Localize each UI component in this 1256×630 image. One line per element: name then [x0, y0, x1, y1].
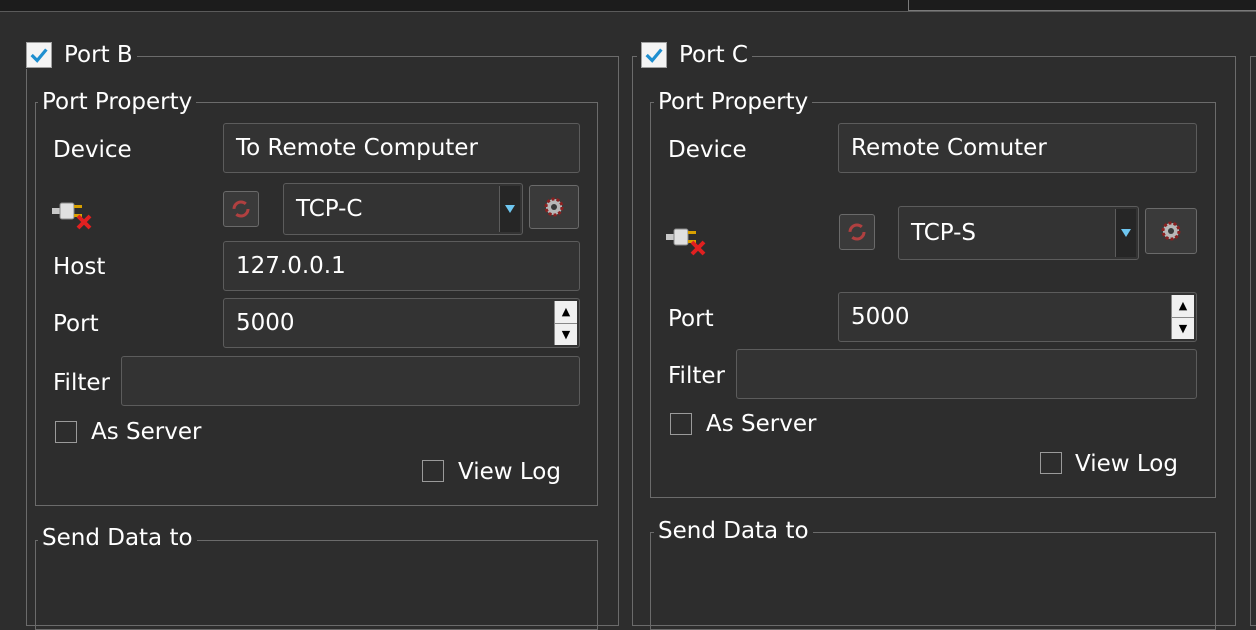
gear-icon	[1161, 221, 1181, 241]
port-c-view-log-checkbox[interactable]	[1040, 452, 1062, 474]
port-b-port-stepper[interactable]: ▲ ▼	[554, 301, 577, 345]
stepper-down-icon[interactable]: ▼	[1172, 318, 1194, 340]
port-c-device-label: Device	[668, 137, 747, 163]
stepper-up-icon[interactable]: ▲	[555, 301, 577, 324]
port-b-host-field[interactable]: 127.0.0.1	[223, 241, 580, 291]
triangle-down-icon	[1115, 209, 1136, 257]
port-c-filter-label: Filter	[668, 363, 725, 389]
port-c-filter-field[interactable]	[736, 349, 1197, 399]
port-c-legend: Port C	[637, 41, 752, 69]
top-bar	[0, 0, 1256, 12]
port-c-as-server-label[interactable]: As Server	[706, 409, 816, 439]
port-b-filter-field[interactable]	[121, 356, 580, 406]
port-c-port-value: 5000	[851, 304, 910, 330]
refresh-icon	[232, 200, 250, 218]
port-b-as-server-checkbox[interactable]	[55, 421, 77, 443]
disconnected-plug-icon	[52, 202, 92, 230]
port-b-host-label: Host	[53, 254, 106, 280]
port-c-send-data-legend: Send Data to	[654, 517, 813, 545]
top-bar-segment	[908, 0, 1256, 11]
port-c-port-label: Port	[668, 306, 714, 332]
port-b-title: Port B	[64, 42, 133, 68]
port-b-connection-type-value: TCP-C	[296, 196, 363, 222]
port-b-port-spinbox[interactable]: 5000 ▲ ▼	[223, 298, 580, 348]
port-b-send-data-legend: Send Data to	[38, 524, 197, 552]
port-b-as-server-label[interactable]: As Server	[91, 417, 201, 447]
port-b-port-value: 5000	[236, 310, 295, 336]
port-c-title: Port C	[679, 42, 748, 68]
port-b-device-label: Device	[53, 137, 132, 163]
port-b-port-label: Port	[53, 311, 99, 337]
port-b-device-field[interactable]: To Remote Computer	[223, 123, 580, 173]
port-b-filter-label: Filter	[53, 370, 110, 396]
port-c-send-data-group	[650, 532, 1216, 630]
port-d-group-partial	[1250, 56, 1256, 626]
port-b-refresh-button[interactable]	[223, 191, 259, 227]
port-c-port-spinbox[interactable]: 5000 ▲ ▼	[838, 292, 1197, 342]
port-b-enable-checkbox[interactable]	[26, 42, 52, 68]
refresh-icon	[848, 223, 866, 241]
port-b-view-log-checkbox[interactable]	[422, 460, 444, 482]
gear-icon	[544, 197, 564, 217]
triangle-down-icon	[499, 186, 520, 232]
port-b-view-log-label[interactable]: View Log	[458, 457, 561, 487]
port-b-connection-type-select[interactable]: TCP-C	[283, 183, 523, 235]
port-c-as-server-checkbox[interactable]	[670, 413, 692, 435]
port-c-connection-type-value: TCP-S	[911, 220, 977, 246]
disconnected-plug-icon	[666, 228, 706, 256]
port-c-view-log-label[interactable]: View Log	[1075, 449, 1178, 479]
port-c-enable-checkbox[interactable]	[641, 42, 667, 68]
port-c-refresh-button[interactable]	[839, 214, 875, 250]
port-c-port-stepper[interactable]: ▲ ▼	[1171, 295, 1194, 339]
check-icon	[645, 48, 663, 63]
stepper-up-icon[interactable]: ▲	[1172, 295, 1194, 318]
port-c-connection-type-select[interactable]: TCP-S	[898, 206, 1139, 260]
port-c-property-legend: Port Property	[654, 88, 813, 116]
port-b-legend: Port B	[22, 41, 137, 69]
port-c-settings-button[interactable]	[1145, 208, 1197, 254]
port-b-settings-button[interactable]	[529, 185, 579, 229]
check-icon	[30, 48, 48, 63]
port-c-device-field[interactable]: Remote Comuter	[838, 123, 1197, 173]
stepper-down-icon[interactable]: ▼	[555, 324, 577, 346]
port-b-property-legend: Port Property	[38, 88, 197, 116]
port-b-send-data-group	[35, 540, 598, 630]
